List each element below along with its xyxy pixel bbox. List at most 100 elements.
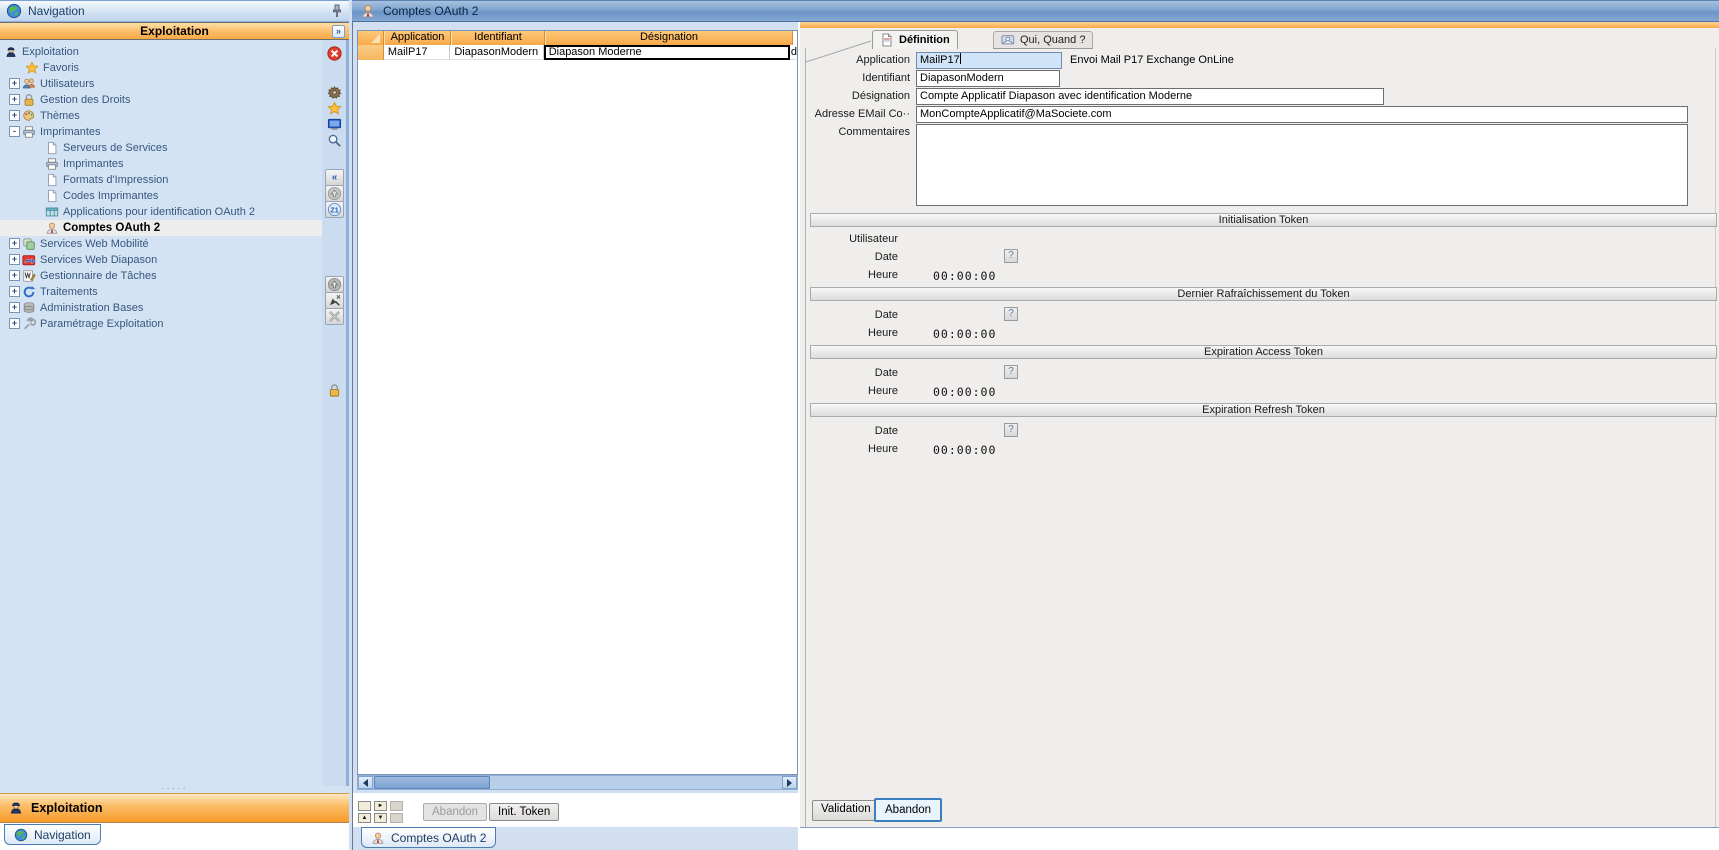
section-refresh-expiry-header: Expiration Refresh Token [810,403,1717,417]
tree-item[interactable]: Formats d'Impression [0,172,322,188]
tree-item[interactable]: -Imprimantes [0,124,322,140]
cursor-arrow-icon[interactable] [325,292,344,309]
tree-item[interactable]: +Services Web Diapason [0,252,322,268]
tree-item[interactable]: +Traitements [0,284,322,300]
tree-item-label: Utilisateurs [40,76,94,92]
database-icon [22,301,36,315]
tree-item[interactable]: +Administration Bases [0,300,322,316]
select-all-header[interactable] [358,31,384,45]
tab-definition[interactable]: Définition [872,30,958,49]
date-help-button[interactable]: ? [1004,423,1018,437]
heure-label: Heure [800,269,898,281]
pin-icon[interactable] [331,4,343,19]
init-token-button[interactable]: Init. Token [489,803,559,821]
delete-cross-icon[interactable] [325,308,344,325]
record-down-icon[interactable]: ▼ [374,813,387,823]
tab-definition-label: Définition [899,34,950,46]
zoom-z1-icon[interactable]: Z1 [325,201,344,218]
designation-field[interactable]: Compte Applicatif Diapason avec identifi… [916,88,1384,105]
commentaires-textarea[interactable] [916,124,1688,206]
tab-navigation[interactable]: Navigation [4,824,101,845]
collapse-panel-button[interactable]: » [332,25,345,38]
cell-overflow[interactable]: d [790,45,797,60]
tab-comptes-oauth2[interactable]: Comptes OAuth 2 [361,827,496,848]
adresse-email-field[interactable]: MonCompteApplicatif@MaSociete.com [916,106,1688,123]
date-help-button[interactable]: ? [1004,307,1018,321]
panel-splitter[interactable]: ····· [0,786,349,793]
tree-item[interactable]: Comptes OAuth 2 [0,220,322,236]
expand-toggle-icon[interactable]: + [9,254,20,265]
validation-button[interactable]: Validation [812,800,880,821]
exploitation-bottom-bar[interactable]: Exploitation [0,793,349,823]
scrollbar-thumb[interactable] [374,776,490,789]
up-arrow-icon[interactable] [325,276,344,293]
exploitation-bottom-label: Exploitation [31,801,103,815]
panel-title: Navigation [28,4,331,18]
tree-item[interactable]: Imprimantes [0,156,322,172]
expand-toggle-icon[interactable]: + [9,94,20,105]
tree-item[interactable]: Applications pour identification OAuth 2 [0,204,322,220]
search-icon[interactable] [325,132,344,149]
history-icon [1001,33,1015,47]
padlock-icon[interactable] [325,382,344,399]
exploitation-header-label: Exploitation [140,24,209,38]
expand-toggle-icon[interactable]: + [9,318,20,329]
column-header-identifiant[interactable]: Identifiant [451,31,545,45]
tree-item[interactable]: + Utilisateurs [0,76,322,92]
scroll-left-icon[interactable] [358,776,373,789]
web-diapason-icon [22,253,36,267]
abandon-grid-button[interactable]: Abandon [423,803,487,821]
abandon-button[interactable]: Abandon [874,798,942,822]
expand-toggle-icon[interactable]: - [9,126,20,137]
tree-item[interactable]: Codes Imprimantes [0,188,322,204]
tree-item[interactable]: +Services Web Mobilité [0,236,322,252]
tab-qui-quand[interactable]: Qui, Quand ? [993,31,1093,49]
screen-icon[interactable] [325,116,344,133]
tree-item[interactable]: Favoris [0,60,322,76]
horizontal-scrollbar[interactable] [357,775,798,790]
cell-identifiant[interactable]: DiapasonModern [450,45,543,60]
expand-toggle-icon[interactable]: + [9,238,20,249]
cancel-icon[interactable] [325,45,344,62]
application-note: Envoi Mail P17 Exchange OnLine [1070,54,1234,66]
gear-icon[interactable] [325,84,344,101]
identifiant-field[interactable]: DiapasonModern [916,70,1060,87]
tree-item[interactable]: Serveurs de Services [0,140,322,156]
table-row[interactable]: MailP17 DiapasonModern Diapason Moderne … [358,45,797,60]
tree-item[interactable]: + Thèmes [0,108,322,124]
designation-label: Désignation [800,90,910,102]
row-selector-cell[interactable] [358,45,384,60]
expand-toggle-icon[interactable]: + [9,270,20,281]
column-header-designation[interactable]: Désignation [545,31,793,45]
tree-item-label: Thèmes [40,108,80,124]
collapse-left-icon[interactable]: « [325,169,344,186]
date-label: Date [800,425,898,437]
tree-item[interactable]: +Gestionnaire de Tâches [0,268,322,284]
record-up-icon[interactable]: ▲ [358,813,371,823]
corner-triangle-icon [358,34,383,43]
tree-item[interactable]: + Gestion des Droits [0,92,322,108]
expand-toggle-icon[interactable]: + [9,302,20,313]
users-icon [22,77,36,91]
globe-icon [6,3,22,19]
expand-toggle-icon[interactable]: + [9,78,20,89]
cell-designation-editing[interactable]: Diapason Moderne [544,45,790,60]
tree-item[interactable]: +Paramétrage Exploitation [0,316,322,332]
expand-toggle-icon[interactable]: + [9,110,20,121]
column-header-application[interactable]: Application [384,31,451,45]
scroll-right-icon[interactable] [782,776,797,789]
favorite-star-icon[interactable] [325,100,344,117]
record-next-icon[interactable]: ► [374,801,387,811]
cell-application[interactable]: MailP17 [384,45,451,60]
date-help-button[interactable]: ? [1004,249,1018,263]
date-label: Date [800,309,898,321]
tree-item[interactable]: Exploitation [0,44,322,60]
application-field[interactable]: MailP17 [916,52,1062,69]
tab-navigation-label: Navigation [34,828,91,842]
date-help-button[interactable]: ? [1004,365,1018,379]
up-arrow-disabled-icon[interactable] [325,185,344,202]
navigation-body: ExploitationFavoris+Utilisateurs+Gestion… [0,40,349,786]
tree-item-label: Gestion des Droits [40,92,130,108]
record-blank-button[interactable] [358,801,371,811]
expand-toggle-icon[interactable]: + [9,286,20,297]
